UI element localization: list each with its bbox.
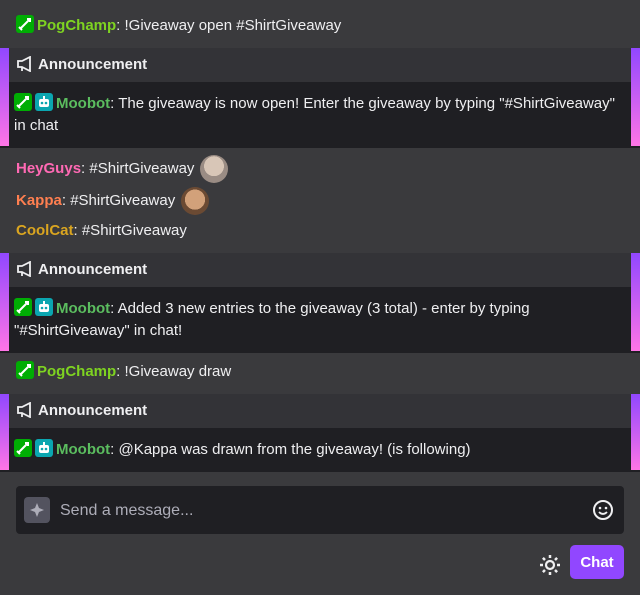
megaphone-icon (17, 401, 31, 419)
chat-send-button[interactable]: Chat (570, 545, 624, 579)
announcement: Announcement Moobot: @Kappa was drawn fr… (0, 394, 640, 472)
moderator-badge-icon[interactable] (14, 439, 32, 457)
username[interactable]: Moobot (56, 441, 110, 458)
moderator-badge-icon[interactable] (14, 298, 32, 316)
announcement-header: Announcement (0, 253, 640, 287)
chat-message: CoolCat: #ShirtGiveaway (0, 220, 640, 242)
username[interactable]: PogChamp (37, 363, 116, 380)
message-colon: : (110, 95, 119, 112)
megaphone-icon (17, 260, 31, 278)
chat-message: PogChamp: !Giveaway draw (0, 361, 640, 383)
kappa-emote-icon[interactable] (181, 187, 210, 215)
heyguys-emote-icon[interactable] (200, 155, 229, 183)
moderator-badge-icon[interactable] (14, 93, 32, 111)
username[interactable]: Moobot (56, 95, 110, 112)
smiley-icon[interactable] (592, 499, 614, 521)
chat-message: PogChamp: !Giveaway open #ShirtGiveaway (0, 15, 640, 37)
message-colon: : (61, 191, 71, 209)
announcement-title: Announcement (38, 261, 148, 278)
announcement: Announcement Moobot: Added 3 new entries… (0, 253, 640, 353)
megaphone-icon (17, 55, 31, 73)
announcement-header: Announcement (0, 394, 640, 428)
username[interactable]: CoolCat (16, 222, 74, 239)
announcement-text: @Kappa was drawn from the giveaway! (is … (118, 441, 471, 458)
bot-badge-icon[interactable] (35, 93, 53, 111)
announcement-title: Announcement (38, 402, 148, 419)
announcement-header: Announcement (0, 48, 640, 82)
username[interactable]: Moobot (56, 300, 110, 317)
announcement-body: Moobot: The giveaway is now open! Enter … (0, 82, 640, 148)
announcement: Announcement Moobot: The giveaway is now… (0, 48, 640, 148)
moderator-badge-icon[interactable] (16, 15, 34, 33)
username[interactable]: PogChamp (37, 17, 116, 34)
message-colon: : (73, 222, 82, 239)
message-colon: : (110, 300, 118, 317)
message-colon: : (116, 363, 125, 380)
chat-message: HeyGuys: #ShirtGiveaway (0, 155, 640, 183)
username[interactable]: Kappa (16, 192, 62, 209)
bot-badge-icon[interactable] (35, 298, 53, 316)
announcement-title: Announcement (38, 56, 148, 73)
message-text: #ShirtGiveaway (81, 222, 187, 239)
announcement-body: Moobot: @Kappa was drawn from the giveaw… (0, 428, 640, 472)
message-text: #ShirtGiveaway (89, 159, 195, 177)
message-text: !Giveaway open #ShirtGiveaway (124, 17, 342, 34)
message-colon: : (116, 17, 125, 34)
announcement-body: Moobot: Added 3 new entries to the givea… (0, 287, 640, 353)
chat-message-input[interactable] (58, 486, 582, 536)
sparkle-icon[interactable] (24, 497, 50, 523)
bot-badge-icon[interactable] (35, 439, 53, 457)
username[interactable]: HeyGuys (16, 160, 81, 177)
chat-input-container (16, 486, 624, 536)
message-text: #ShirtGiveaway (70, 191, 176, 209)
gear-icon[interactable] (538, 553, 562, 577)
chat-message: Kappa: #ShirtGiveaway (0, 187, 640, 215)
moderator-badge-icon[interactable] (16, 361, 34, 379)
message-text: !Giveaway draw (124, 363, 232, 380)
